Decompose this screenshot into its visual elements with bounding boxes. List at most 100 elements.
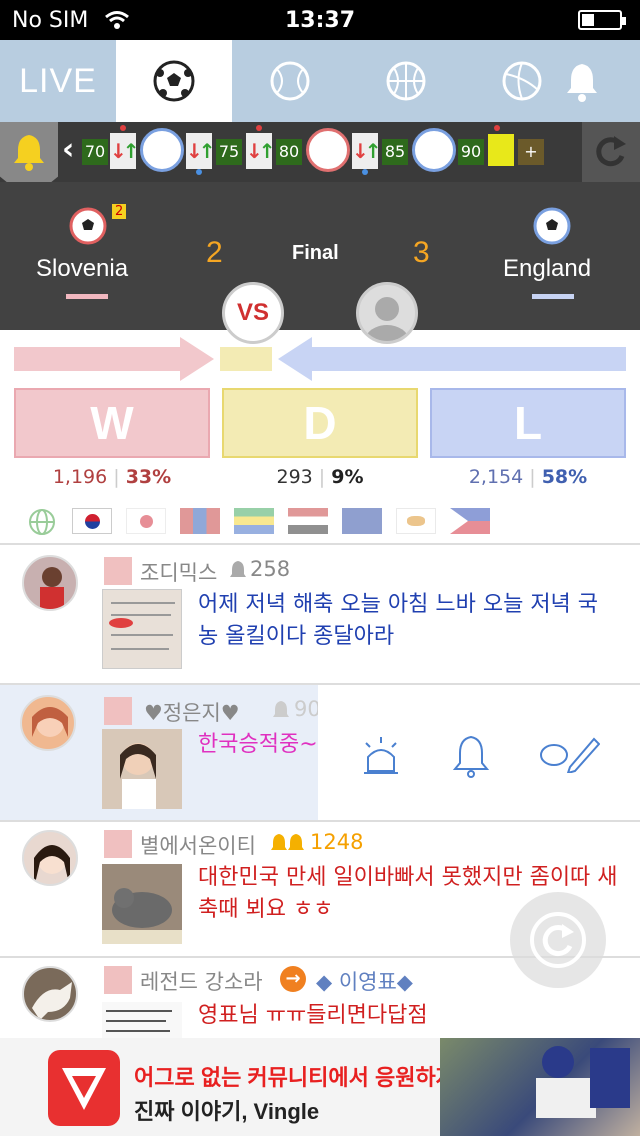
away-score: 3 [413,236,430,269]
avatar[interactable] [22,555,78,611]
away-event-dot [196,169,202,175]
avatar[interactable] [20,695,76,751]
flag-australia-icon[interactable] [342,508,382,534]
win-stat: 1,196 | 33% [52,466,172,488]
timeline-minute: 70 [82,139,108,165]
globe-icon[interactable] [28,508,56,536]
post-item[interactable]: 조디믹스 258 어제 저녁 해축 오늘 아침 느바 오늘 저녁 국농 올킬이다… [0,545,640,683]
post-username[interactable]: 별에서온이티 [140,830,256,860]
clock: 13:37 [284,8,356,33]
goal-ball-icon [306,128,350,172]
timeline-back-chevron-icon[interactable]: ‹ [62,132,74,167]
ad-photo [440,1038,640,1136]
avatar[interactable] [22,966,78,1022]
draw-pct: 9% [331,466,364,488]
tab-live[interactable]: LIVE [0,40,116,122]
post-likes: 258 [250,557,291,581]
post-likes: 90 [294,697,318,721]
timeline-minute: 80 [276,139,302,165]
vote-lose-button[interactable]: L [430,388,626,458]
home-event-dot [494,125,500,131]
goal-ball-icon [412,128,456,172]
post-username[interactable]: 레전드 강소라 [140,966,263,996]
away-support-bar [312,347,626,371]
yellow-card-icon [488,134,514,166]
vingle-logo-icon [48,1050,120,1126]
bell-notify-icon[interactable] [452,733,490,779]
post-text: 한국승적중~ [198,732,318,757]
home-score: 2 [206,236,223,269]
lose-pct: 58% [541,466,588,488]
post-username[interactable]: 조디믹스 [140,557,217,587]
bell-likes-icon [273,701,289,717]
user-avatar-button[interactable] [356,282,418,344]
bell-likes-icon [230,561,246,577]
vote-draw-button[interactable]: D [222,388,418,458]
lose-stat: 2,154 | 58% [468,466,588,488]
timeline-more-button[interactable]: + [518,139,544,165]
post-username[interactable]: ♥정은지♥ [144,697,240,727]
post-text: 영표님 ㅠㅠ들리면다답점 [198,1003,428,1028]
post-likes: 1248 [310,830,364,854]
level-badge [104,557,132,585]
substitution-icon: ↓↑ [186,133,216,169]
timeline-minute: 75 [216,139,242,165]
post-item[interactable]: ♥정은지♥ 90 한국승적중~ [0,685,640,820]
bell-icon [567,64,597,102]
home-team-color [66,294,108,299]
win-count: 1,196 [52,466,108,488]
ad-subline: 진짜 이야기, Vingle [134,1099,320,1124]
user-silhouette-icon [365,297,409,341]
home-support-bar [14,347,180,371]
flag-gabon-icon[interactable] [234,508,274,534]
siren-report-icon[interactable] [360,735,402,777]
post-thumbnail[interactable] [102,589,182,669]
timeline-minute: 90 [458,139,484,165]
post-thumbnail[interactable] [102,729,182,809]
goal-ball-icon [140,128,184,172]
vs-button[interactable]: VS [222,282,284,344]
basketball-icon [386,61,426,101]
away-arrow-head [278,337,312,381]
tab-soccer[interactable] [116,40,232,122]
away-team-name[interactable]: England [503,255,591,283]
post-user-extra: ◆ 이영표◆ [316,970,413,994]
flag-philippines-icon[interactable] [450,508,490,534]
tab-live-label: LIVE [19,61,97,100]
post-thumbnail[interactable] [102,1002,182,1038]
sport-tab-bar: LIVE [0,40,640,122]
avatar[interactable] [22,830,78,886]
alert-bell-icon[interactable] [12,132,46,172]
home-event-dot [256,125,262,131]
substitution-icon: ↓↑ [352,133,382,169]
win-pct: 33% [125,466,172,488]
home-event-dot [120,125,126,131]
tab-baseball[interactable] [232,40,348,122]
arrow-right-icon: → [280,966,306,992]
vote-win-button[interactable]: W [14,388,210,458]
timeline-minute: 85 [382,139,408,165]
tab-notifications[interactable] [524,40,640,122]
flag-mongolia-icon[interactable] [180,508,220,534]
flag-japan-icon[interactable] [126,508,166,534]
tab-basketball[interactable] [348,40,464,122]
comment-edit-icon[interactable] [538,733,600,773]
baseball-icon [270,61,310,101]
ad-banner[interactable]: 어그로 없는 커뮤니티에서 응원하자!! 진짜 이야기, Vingle [0,1038,640,1136]
refresh-timeline-button[interactable] [582,122,640,182]
ad-headline: 어그로 없는 커뮤니티에서 응원하자!! [134,1065,471,1090]
post-item[interactable]: 레전드 강소라 → ◆ 이영표◆ 영표님 ㅠㅠ들리면다답점 [0,958,640,1038]
flag-cyprus-icon[interactable] [396,508,436,534]
flag-korea-icon[interactable] [72,508,112,534]
substitution-icon: ↓↑ [246,133,276,169]
post-thumbnail[interactable] [102,864,182,944]
away-event-dot [362,169,368,175]
flag-iraq-icon[interactable] [288,508,328,534]
double-bell-likes-icon [271,834,304,850]
battery-icon [578,10,626,30]
away-team-ball-icon [533,207,571,245]
home-team-name[interactable]: Slovenia [36,255,128,283]
lose-count: 2,154 [468,466,524,488]
level-badge [104,966,132,994]
draw-support-bar [220,347,272,371]
